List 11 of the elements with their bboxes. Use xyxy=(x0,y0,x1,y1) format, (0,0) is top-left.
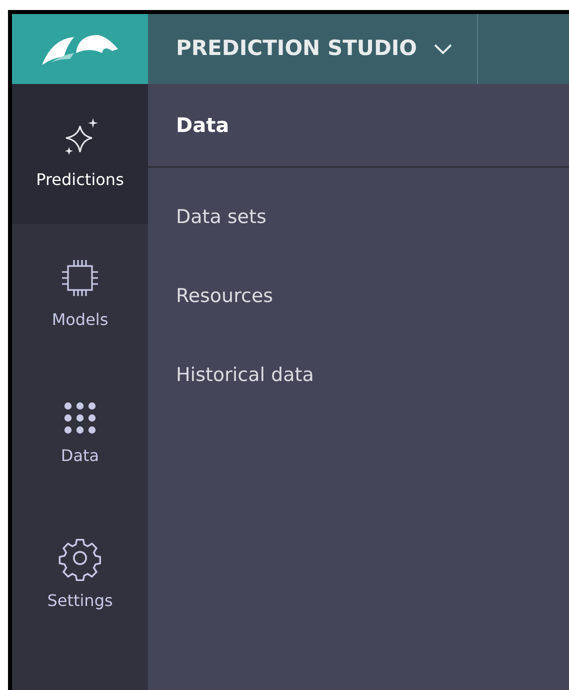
dots-grid-icon xyxy=(62,400,98,436)
panel-title: Data xyxy=(148,84,569,168)
sidebar-item[interactable]: Predictions xyxy=(12,84,148,224)
sidebar-item[interactable]: Settings xyxy=(12,504,148,644)
menu-link[interactable]: Resources xyxy=(176,281,274,312)
sidebar-item[interactable]: Models xyxy=(12,224,148,364)
menu-link[interactable]: Historical data xyxy=(176,360,314,391)
chevron-down-icon xyxy=(433,43,454,55)
logo-tile[interactable] xyxy=(12,14,148,84)
menu-link[interactable]: Data sets xyxy=(176,202,266,233)
sidebar-item[interactable]: Data xyxy=(12,364,148,504)
